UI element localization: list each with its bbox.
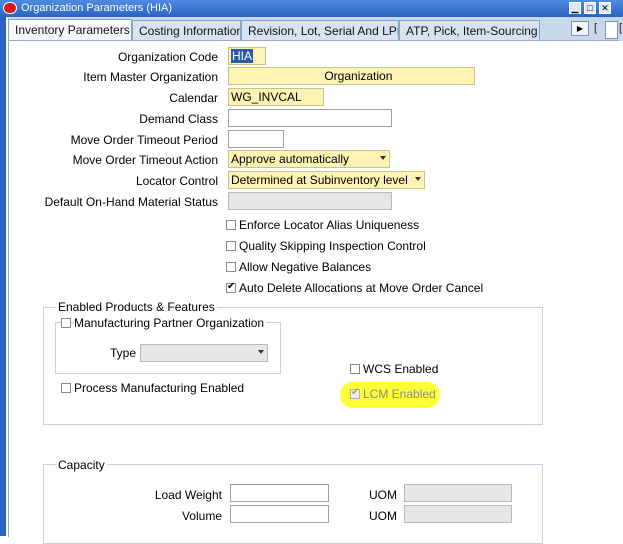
locator-control-label: Locator Control	[135, 174, 218, 188]
organization-code-field[interactable]: HIA	[228, 47, 266, 65]
redacted-text	[231, 71, 321, 82]
tab-strip: Inventory Parameters Costing Information…	[8, 17, 623, 41]
load-weight-field[interactable]	[230, 484, 329, 502]
allow-negative-checkbox[interactable]	[226, 262, 236, 272]
lcm-label: LCM Enabled	[363, 387, 436, 401]
volume-label: Volume	[181, 509, 222, 523]
tab-inventory-parameters[interactable]: Inventory Parameters	[8, 19, 132, 41]
org-code-label: Organization Code	[117, 50, 218, 64]
tab-scroll-right-button[interactable]: ▶	[571, 21, 589, 36]
mfg-partner-label: Manufacturing Partner Organization	[74, 316, 267, 330]
move-order-timeout-action-select[interactable]: Approve automatically	[228, 150, 390, 168]
type-select[interactable]	[140, 344, 268, 362]
tab-atp-pick-item-sourcing[interactable]: ATP, Pick, Item-Sourcing	[399, 20, 540, 40]
move-order-timeout-period-field[interactable]	[228, 130, 284, 148]
load-weight-uom-field[interactable]	[404, 484, 512, 502]
enforce-locator-alias-label: Enforce Locator Alias Uniqueness	[239, 218, 420, 232]
enabled-products-title: Enabled Products & Features	[56, 300, 217, 314]
volume-uom-label: UOM	[369, 509, 397, 523]
demand-class-field[interactable]	[228, 109, 392, 127]
lcm-checkbox[interactable]	[350, 387, 360, 399]
process-mfg-label: Process Manufacturing Enabled	[74, 381, 245, 395]
window-title: Organization Parameters (HIA)	[21, 2, 172, 14]
oracle-icon	[3, 2, 17, 14]
auto-delete-allocations-label: Auto Delete Allocations at Move Order Ca…	[239, 281, 484, 295]
locator-control-select[interactable]: Determined at Subinventory level	[228, 171, 425, 189]
process-mfg-checkbox[interactable]	[61, 383, 71, 393]
move-order-timeout-period-label: Move Order Timeout Period	[70, 133, 218, 147]
calendar-label: Calendar	[169, 91, 218, 105]
wcs-label: WCS Enabled	[363, 362, 439, 376]
quality-skipping-label: Quality Skipping Inspection Control	[239, 239, 426, 253]
quality-skipping-checkbox[interactable]	[226, 241, 236, 251]
calendar-field[interactable]: WG_INVCAL	[228, 88, 324, 106]
capacity-title: Capacity	[56, 458, 107, 472]
chevron-down-icon	[415, 177, 421, 181]
chevron-down-icon	[380, 156, 386, 160]
load-weight-uom-label: UOM	[369, 488, 397, 502]
default-onhand-status-label: Default On-Hand Material Status	[44, 195, 218, 209]
minimize-button[interactable]: ▁	[569, 2, 581, 14]
volume-uom-field[interactable]	[404, 505, 512, 523]
volume-field[interactable]	[230, 505, 329, 523]
type-label: Type	[110, 346, 137, 360]
load-weight-label: Load Weight	[154, 488, 222, 502]
demand-class-label: Demand Class	[139, 112, 218, 126]
maximize-button[interactable]: □	[584, 2, 596, 14]
title-bar: Organization Parameters (HIA) ▁ □ ✕	[0, 0, 623, 17]
item-master-org-field[interactable]: Organization	[228, 67, 475, 85]
tab-revision-lot-serial-lpn[interactable]: Revision, Lot, Serial And LPN	[241, 20, 399, 40]
mfg-partner-checkbox[interactable]	[61, 318, 71, 328]
tab-costing-information[interactable]: Costing Information	[132, 20, 241, 40]
window-left-edge	[0, 17, 6, 536]
capacity-group	[43, 464, 543, 544]
move-order-timeout-action-label: Move Order Timeout Action	[72, 153, 218, 167]
item-master-org-label: Item Master Organization	[83, 70, 218, 84]
extra-bracket: [	[594, 22, 598, 34]
default-onhand-status-field[interactable]	[228, 192, 392, 210]
chevron-down-icon	[258, 350, 264, 354]
wcs-checkbox[interactable]	[350, 364, 360, 374]
auto-delete-allocations-checkbox[interactable]	[226, 281, 236, 293]
allow-negative-label: Allow Negative Balances	[239, 260, 372, 274]
extra-bracket-2: [	[619, 22, 623, 34]
enforce-locator-alias-checkbox[interactable]	[226, 220, 236, 230]
extra-field[interactable]	[605, 21, 618, 39]
close-button[interactable]: ✕	[599, 2, 611, 14]
